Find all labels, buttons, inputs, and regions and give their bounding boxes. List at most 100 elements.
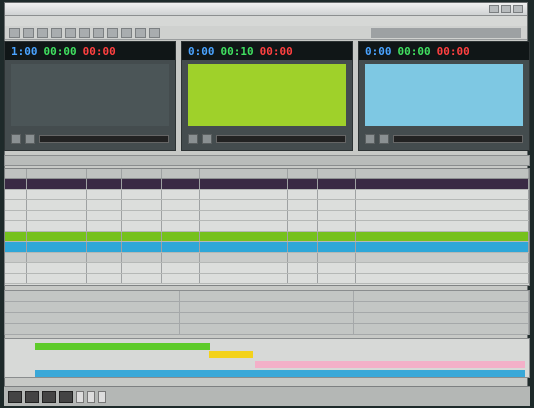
toolbar-button[interactable] (65, 27, 76, 38)
toolbar-button[interactable] (51, 27, 62, 38)
schedule-row[interactable] (5, 313, 530, 324)
table-cell (122, 273, 162, 283)
table-row[interactable] (5, 210, 529, 221)
maximize-button[interactable] (501, 5, 511, 13)
table-cell (5, 242, 27, 252)
deck-2-play-button[interactable] (188, 134, 198, 144)
table-cell (356, 252, 529, 262)
table-cell (162, 252, 200, 262)
table-cell (288, 221, 318, 231)
table-cell (318, 200, 356, 210)
deck-3-timers: 0:00 00:00 00:00 (359, 42, 529, 60)
table-cell (5, 210, 27, 220)
table-cell (288, 273, 318, 283)
column-header[interactable] (356, 169, 529, 178)
timeline-segment[interactable] (35, 343, 210, 350)
transport-button[interactable] (8, 390, 22, 403)
table-cell (318, 273, 356, 283)
deck-1-remaining: 00:00 (82, 44, 116, 58)
toolbar-button[interactable] (79, 27, 90, 38)
table-row[interactable] (5, 179, 529, 190)
deck-3-level-meter (393, 135, 523, 143)
toolbar-button[interactable] (149, 27, 160, 38)
table-cell (356, 200, 529, 210)
toolbar-button[interactable] (121, 27, 132, 38)
column-header[interactable] (122, 169, 162, 178)
table-cell (27, 179, 87, 189)
transport-button[interactable] (42, 390, 56, 403)
column-header[interactable] (200, 169, 288, 178)
table-cell (318, 179, 356, 189)
toolbar-button[interactable] (107, 27, 118, 38)
table-row[interactable] (5, 221, 529, 232)
deck-1-info-panel (11, 64, 169, 126)
table-row[interactable] (5, 263, 529, 274)
table-cell (200, 189, 288, 199)
transport-button[interactable] (59, 390, 73, 403)
toolbar-button[interactable] (23, 27, 34, 38)
table-row[interactable] (5, 273, 529, 284)
table-cell (5, 252, 27, 262)
table-cell (27, 242, 87, 252)
table-cell (200, 231, 288, 241)
deck-1-stop-button[interactable] (25, 134, 35, 144)
transport-button[interactable] (25, 390, 39, 403)
table-row[interactable] (5, 252, 529, 263)
schedule-cell (180, 324, 355, 334)
table-cell (356, 221, 529, 231)
table-row[interactable] (5, 200, 529, 211)
schedule-cell (180, 313, 355, 323)
deck-2-elapsed: 0:00 (188, 44, 215, 58)
deck-3: 0:00 00:00 00:00 (358, 41, 530, 151)
toolbar-button[interactable] (9, 27, 20, 38)
table-cell (356, 179, 529, 189)
table-cell (318, 189, 356, 199)
close-button[interactable] (513, 5, 523, 13)
deck-3-position: 00:00 (397, 44, 431, 58)
schedule-row[interactable] (5, 324, 530, 335)
table-cell (122, 189, 162, 199)
column-header[interactable] (162, 169, 200, 178)
table-cell (288, 252, 318, 262)
schedule-row[interactable] (5, 291, 530, 302)
deck-3-stop-button[interactable] (379, 134, 389, 144)
column-header[interactable] (87, 169, 122, 178)
timeline-segment[interactable] (35, 370, 525, 377)
timeline-segment[interactable] (255, 361, 525, 368)
table-cell (27, 252, 87, 262)
table-cell (162, 221, 200, 231)
title-bar (5, 3, 527, 16)
column-header[interactable] (5, 169, 27, 178)
table-cell (5, 189, 27, 199)
minimize-button[interactable] (489, 5, 499, 13)
table-cell (288, 242, 318, 252)
timeline-segment[interactable] (209, 351, 253, 358)
table-cell (122, 200, 162, 210)
table-cell (87, 252, 122, 262)
table-row[interactable] (5, 242, 529, 253)
table-cell (87, 189, 122, 199)
deck-2-info-panel (188, 64, 346, 126)
table-row[interactable] (5, 189, 529, 200)
deck-2-controls (188, 132, 346, 146)
deck-1-play-button[interactable] (11, 134, 21, 144)
deck-3-play-button[interactable] (365, 134, 375, 144)
schedule-panel (4, 290, 530, 335)
window-controls (489, 5, 523, 13)
column-header[interactable] (288, 169, 318, 178)
table-row[interactable] (5, 231, 529, 242)
toolbar-button[interactable] (93, 27, 104, 38)
table-cell (162, 189, 200, 199)
table-cell (200, 252, 288, 262)
status-bar (4, 386, 530, 406)
table-cell (162, 263, 200, 273)
toolbar-button[interactable] (135, 27, 146, 38)
column-header[interactable] (27, 169, 87, 178)
deck-2-stop-button[interactable] (202, 134, 212, 144)
toolbar-button[interactable] (37, 27, 48, 38)
table-cell (27, 231, 87, 241)
schedule-row[interactable] (5, 302, 530, 313)
column-header[interactable] (318, 169, 356, 178)
table-cell (87, 210, 122, 220)
table-cell (200, 210, 288, 220)
